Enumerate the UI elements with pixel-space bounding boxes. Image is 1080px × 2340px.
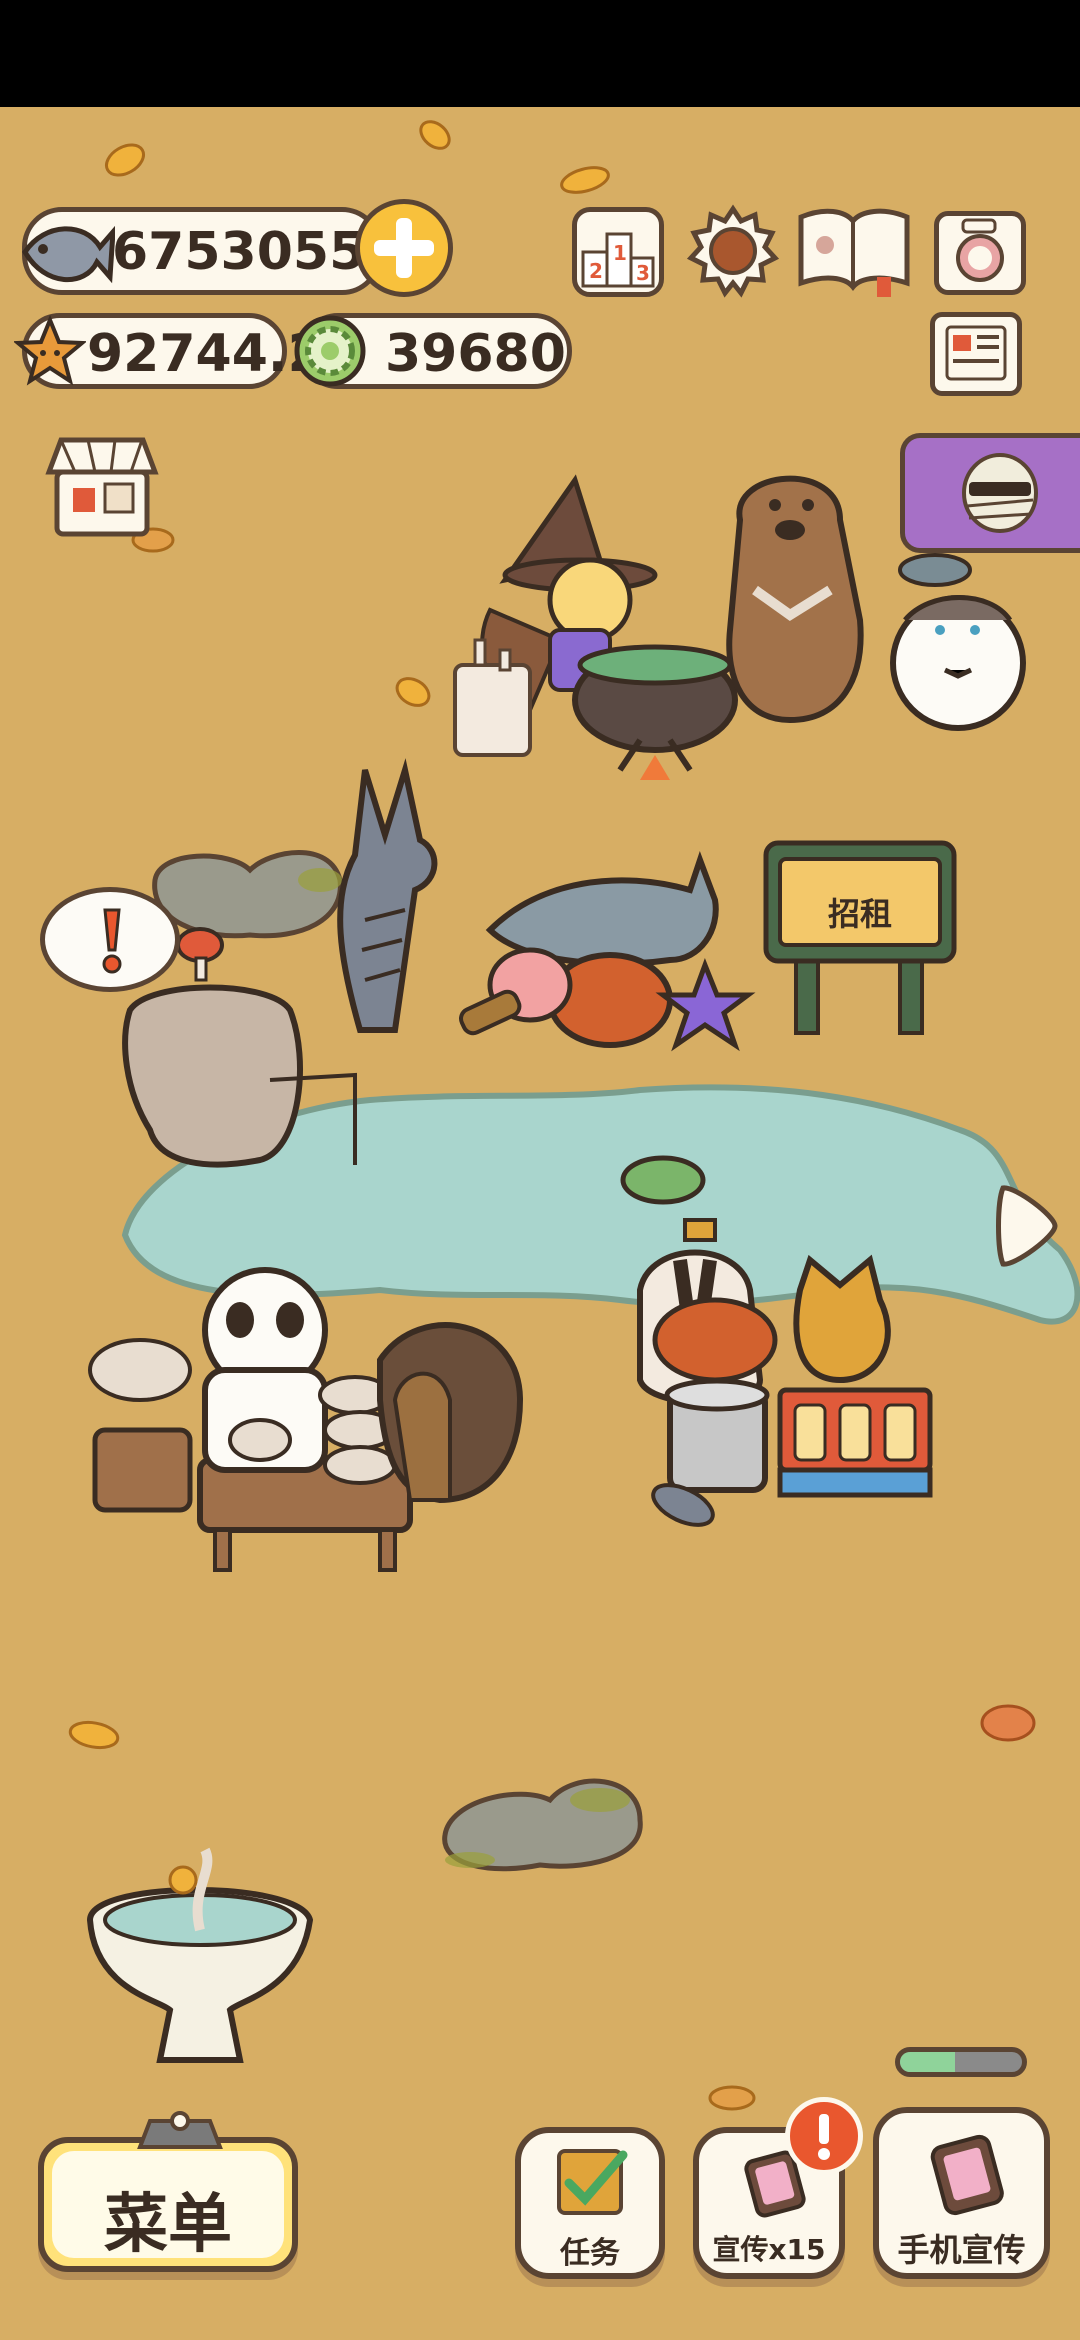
menu-button-label: 菜单	[104, 2188, 232, 2262]
panda-dumpling-stall	[88, 1267, 413, 1572]
ranking-icon: 2 1 3	[581, 232, 655, 288]
bear-character	[726, 475, 864, 724]
alert-icon	[818, 2114, 830, 2160]
mummy-event-banner[interactable]	[900, 433, 1080, 553]
starfish-character	[655, 958, 756, 1052]
settings-button[interactable]	[685, 203, 781, 299]
energy-bar-fill	[900, 2052, 955, 2072]
next-area-button[interactable]	[995, 1180, 1061, 1272]
for-rent-sign[interactable]: 招租	[760, 837, 960, 1037]
camera-icon	[956, 218, 1004, 282]
promote-alert-badge	[785, 2097, 863, 2175]
phone-promote-button[interactable]: 手机宣传	[873, 2107, 1050, 2279]
menu-button[interactable]: 菜单	[38, 2137, 298, 2272]
soup-pot	[664, 1378, 770, 1493]
star-rating-value: 92744.2	[87, 324, 324, 384]
hedgehog-character	[377, 1322, 524, 1504]
news-icon	[945, 325, 1007, 381]
energy-bar	[895, 2047, 1027, 2077]
game-scene: 6753055 92744.2 39680 2 1 3 招租 菜单 任务 宣传x…	[0, 107, 1080, 2340]
wild-dog-character	[793, 1254, 891, 1384]
ranking-button[interactable]: 2 1 3	[572, 207, 664, 297]
fish-icon	[22, 225, 115, 284]
promote-button-label: 宣传x15	[712, 2233, 826, 2266]
frog-character	[620, 1155, 706, 1205]
fish-currency-value: 6753055	[112, 222, 366, 282]
alert-speech-bubble[interactable]	[40, 887, 180, 992]
buy-fish-button[interactable]	[355, 199, 453, 297]
for-rent-label: 招租	[827, 895, 892, 933]
phone-promote-button-label: 手机宣传	[897, 2231, 1026, 2269]
sign-board	[763, 840, 957, 1035]
fountain	[86, 1847, 314, 2063]
svg-text:1: 1	[613, 241, 627, 265]
cauldron	[572, 644, 738, 780]
drink-cart	[777, 1387, 933, 1498]
cat-character	[890, 553, 1026, 731]
shop-button[interactable]	[45, 432, 160, 542]
shop-icon	[45, 437, 159, 537]
badger-character	[637, 1218, 778, 1406]
phone-ad-icon	[930, 2134, 1004, 2216]
coin-icon	[294, 315, 366, 387]
settings-gear-icon	[686, 204, 780, 298]
next-arrow-icon	[996, 1185, 1058, 1267]
hyena-character	[337, 758, 438, 1033]
svg-text:2: 2	[589, 259, 603, 283]
svg-text:3: 3	[636, 261, 650, 285]
alert-icon	[102, 908, 122, 974]
star-icon	[14, 315, 86, 386]
mummy-event-icon	[962, 453, 1038, 533]
tasks-button[interactable]: 任务	[515, 2127, 665, 2279]
coin-value: 39680	[385, 324, 566, 384]
task-checkbox-icon	[557, 2149, 628, 2215]
guide-book-icon	[798, 208, 910, 297]
crab-character	[459, 947, 673, 1048]
tasks-button-label: 任务	[560, 2236, 620, 2271]
news-button[interactable]	[930, 312, 1022, 396]
camera-button[interactable]	[934, 211, 1026, 295]
status-bar	[0, 0, 1080, 107]
plus-icon	[374, 218, 434, 278]
clipboard-clip-icon	[137, 2111, 223, 2149]
guide-book-button[interactable]	[795, 203, 913, 299]
